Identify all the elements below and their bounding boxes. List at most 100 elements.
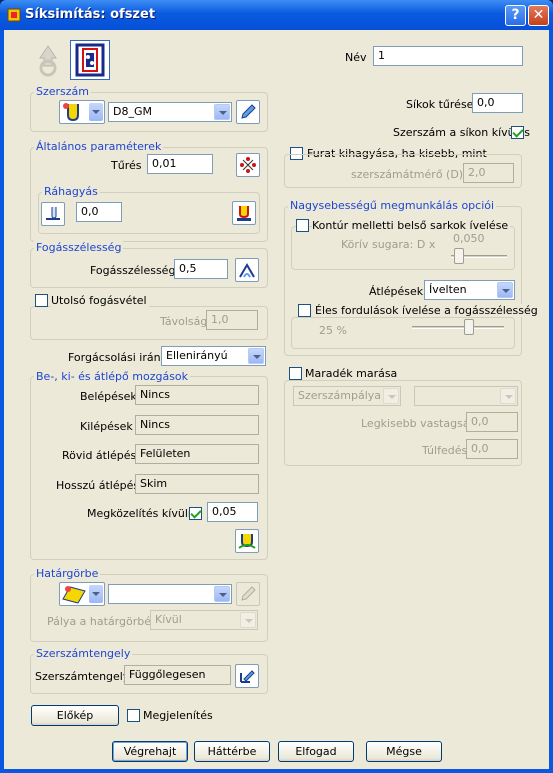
help-button[interactable]: ? [505, 5, 526, 26]
szerszamtengely-label: Szerszámtengely [35, 670, 130, 683]
tolerance-settings-button[interactable] [236, 153, 260, 177]
rovid-field[interactable]: Felületen [135, 444, 259, 464]
eles-percent: 25 % [319, 324, 347, 337]
megkozelites-checkbox[interactable] [189, 507, 202, 520]
nev-input[interactable]: 1 [373, 46, 523, 66]
tool-select[interactable]: D8_GM [108, 102, 232, 122]
cancel-button[interactable]: Mégse [366, 741, 442, 762]
rahagyas-title: Ráhagyás [42, 185, 100, 198]
megjelenites-checkbox[interactable] [127, 709, 140, 722]
fogasszelesseg-label: Fogásszélesség [90, 264, 176, 277]
offset-pattern-icon[interactable] [70, 40, 110, 80]
vastagsag-input[interactable]: 0,0 [466, 412, 518, 432]
hatargorbe-title: Határgörbe [34, 567, 101, 580]
title-bar[interactable]: Síksimítás: ofszet ? ✕ [0, 0, 553, 30]
nev-label: Név [345, 51, 367, 64]
tolerance-icon [240, 157, 256, 173]
furat-diam-label: szerszámátmérő (D) x [351, 168, 474, 181]
eles-slider-thumb[interactable] [464, 319, 474, 335]
recycle-icon[interactable] [30, 42, 66, 78]
window-title: Síksimítás: ofszet [25, 7, 156, 22]
sikok-turese-input[interactable]: 0,0 [472, 93, 523, 113]
belepesek-field[interactable]: Nincs [135, 385, 259, 405]
atlepesek-select[interactable]: Ívelten [424, 280, 515, 300]
koriv-label: Körív sugara: D x [341, 238, 436, 251]
tavolsag-label: Távolság [160, 315, 208, 328]
rahagyas-group [38, 192, 260, 234]
forgacsolasi-select-value: Ellenirányú [166, 349, 228, 362]
fogasszelesseg-settings-button[interactable] [235, 258, 259, 282]
preview-button[interactable]: Előkép [31, 705, 119, 726]
pencil-disabled-icon [241, 586, 256, 601]
rovid-label: Rövid átlépés [62, 449, 137, 462]
sikok-turese-label: Síkok tűrése [406, 98, 474, 111]
edit-axis-button[interactable] [235, 664, 259, 688]
allowance-icon [46, 207, 60, 220]
background-button[interactable]: Háttérbe [194, 741, 270, 762]
maradek-second-select[interactable] [414, 386, 518, 406]
szerszam-sikon-kivul-label: Szerszám a síkon kívül is [393, 126, 530, 139]
palya-select[interactable]: Kívül [150, 610, 258, 630]
tures-input[interactable]: 0,01 [147, 154, 213, 174]
vastagsag-label: Legkisebb vastagság [361, 417, 477, 430]
szerszam-title: Szerszám [34, 85, 92, 98]
nagysebessegu-title: Nagysebességű megmunkálás opciói [288, 199, 497, 212]
leadin-icon [238, 534, 256, 549]
tavolsag-input[interactable]: 1,0 [206, 310, 258, 330]
kilepesek-field[interactable]: Nincs [135, 415, 259, 435]
rahagyas-type-button[interactable] [41, 202, 65, 226]
altalanos-title: Általános paraméterek [34, 140, 164, 153]
execute-button[interactable]: Végrehajt [112, 741, 188, 762]
boundary-select[interactable] [108, 584, 232, 604]
mozgasok-title: Be-, ki- és átlépő mozgások [34, 370, 191, 383]
megkozelites-label: Megközelítés kívülről [87, 507, 203, 520]
tulfedes-label: Túlfedés [422, 444, 468, 457]
szerszamtengely-title: Szerszámtengely [34, 647, 133, 660]
tulfedes-input[interactable]: 0,0 [466, 439, 518, 459]
rahagyas-settings-button[interactable] [232, 201, 256, 225]
koriv-value: 0,050 [453, 232, 485, 245]
fogasszelesseg-title: Fogásszélesség [34, 241, 124, 254]
axis-edit-icon [240, 670, 255, 683]
forgacsolasi-select[interactable]: Ellenirányú [161, 346, 266, 366]
fogasszelesseg-input[interactable]: 0,5 [174, 259, 228, 279]
forgacsolasi-label: Forgácsolási irány [68, 351, 168, 364]
boundary-type-dropdown[interactable] [59, 582, 105, 606]
furat-diam-input[interactable]: 2,0 [463, 163, 514, 183]
dialog-body: Név 1 Szerszám D8_GM Síkok tűrése 0,0 Sz… [4, 30, 549, 769]
koriv-slider-thumb[interactable] [454, 248, 464, 264]
kontur-label: Kontúr melletti belső sarkok ívelése [312, 219, 511, 232]
accept-button[interactable]: Elfogad [278, 741, 354, 762]
palya-select-value: Kívül [155, 613, 182, 626]
app-icon [7, 8, 21, 22]
hosszu-field[interactable]: Skim [135, 474, 259, 494]
kilepesek-label: Kilépések [80, 420, 133, 433]
eles-checkbox[interactable] [298, 304, 311, 317]
utolso-checkbox[interactable] [35, 294, 48, 307]
thickness-icon [237, 206, 251, 221]
edit-tool-button[interactable] [236, 100, 260, 124]
rahagyas-input[interactable]: 0,0 [76, 202, 122, 222]
maradek-checkbox[interactable] [289, 367, 302, 380]
pencil-icon [241, 104, 256, 119]
szerszamtengely-field[interactable]: Függőlegesen [124, 665, 231, 685]
tool-type-dropdown[interactable] [59, 100, 105, 124]
close-button[interactable]: ✕ [528, 5, 549, 26]
atlepesek-select-value: Ívelten [429, 283, 467, 296]
maradek-type-value: Szerszámpálya [298, 389, 382, 402]
eles-slider-track[interactable] [412, 326, 504, 329]
megjelenites-label: Megjelenítés [143, 709, 213, 722]
mozgasok-settings-button[interactable] [235, 529, 259, 553]
szerszam-sikon-kivul-checkbox[interactable] [511, 126, 524, 139]
atlepesek-label: Átlépések [369, 285, 424, 298]
kontur-checkbox[interactable] [296, 219, 309, 232]
tool-select-value: D8_GM [113, 105, 152, 118]
megkozelites-input[interactable]: 0,05 [207, 502, 258, 522]
dialog-window: Síksimítás: ofszet ? ✕ Név 1 Szerszám D8… [0, 0, 553, 773]
maradek-label: Maradék marása [305, 367, 400, 380]
maradek-type-select[interactable]: Szerszámpálya [293, 386, 401, 406]
hosszu-label: Hosszú átlépés [56, 479, 140, 492]
utolso-label: Utolsó fogásvétel [51, 294, 149, 307]
belepesek-label: Belépések [80, 390, 137, 403]
edit-boundary-button[interactable] [236, 582, 260, 606]
